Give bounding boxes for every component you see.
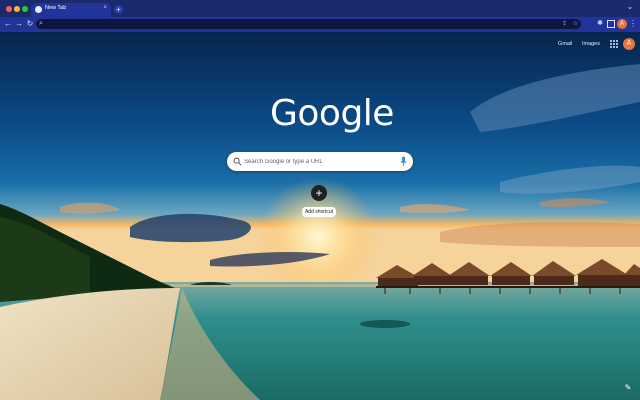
tab-close-icon[interactable]: × (103, 5, 107, 11)
add-shortcut-label: Add shortcut (302, 207, 336, 217)
back-arrow-icon[interactable]: ← (3, 19, 13, 29)
new-tab-page: Gmail Images A Google + Add shortcut ✎ (0, 32, 640, 400)
add-shortcut-plus-icon: + (311, 185, 327, 201)
search-box[interactable] (227, 152, 413, 171)
close-window-button[interactable] (6, 6, 12, 12)
maximize-window-button[interactable] (22, 6, 28, 12)
account-avatar[interactable]: A (623, 38, 635, 50)
minimize-window-button[interactable] (14, 6, 20, 12)
extensions-puzzle-icon[interactable]: ✱ (596, 20, 604, 28)
tab-new-tab[interactable]: New Tab × (31, 3, 111, 17)
google-logo-text: Google (270, 93, 394, 134)
profile-avatar-button[interactable]: A (617, 19, 627, 29)
omnibox-search-icon: ⌕ (39, 20, 43, 27)
top-links: Gmail Images (550, 41, 600, 47)
add-shortcut-tile[interactable]: + Add shortcut (299, 185, 339, 221)
pencil-icon[interactable]: ✎ (622, 382, 634, 394)
google-apps-icon[interactable] (610, 40, 618, 48)
share-icon[interactable]: ⇪ (562, 20, 567, 27)
google-logo: Google (270, 93, 394, 134)
tab-search-chevron-icon[interactable]: ⌄ (625, 2, 635, 12)
title-bar: New Tab × + ⌄ (0, 0, 640, 17)
google-favicon-icon (35, 6, 42, 13)
forward-arrow-icon[interactable]: → (14, 19, 24, 29)
bookmark-star-icon[interactable]: ☆ (573, 20, 578, 27)
side-panel-icon[interactable] (607, 20, 615, 28)
microphone-icon[interactable] (400, 156, 407, 167)
address-bar[interactable]: ⌕ ⇪ ☆ (36, 19, 581, 29)
gmail-link[interactable]: Gmail (558, 41, 572, 47)
kebab-menu-icon[interactable]: ⋮ (629, 19, 637, 29)
images-link[interactable]: Images (582, 41, 600, 47)
reload-icon[interactable]: ↻ (25, 19, 35, 29)
address-input[interactable] (50, 20, 550, 28)
browser-toolbar: ← → ↻ ⌕ ⇪ ☆ ✱ A ⋮ (0, 17, 640, 32)
search-icon (233, 157, 242, 166)
tab-title: New Tab (45, 5, 67, 11)
new-tab-button[interactable]: + (114, 5, 123, 14)
search-input[interactable] (244, 156, 394, 167)
